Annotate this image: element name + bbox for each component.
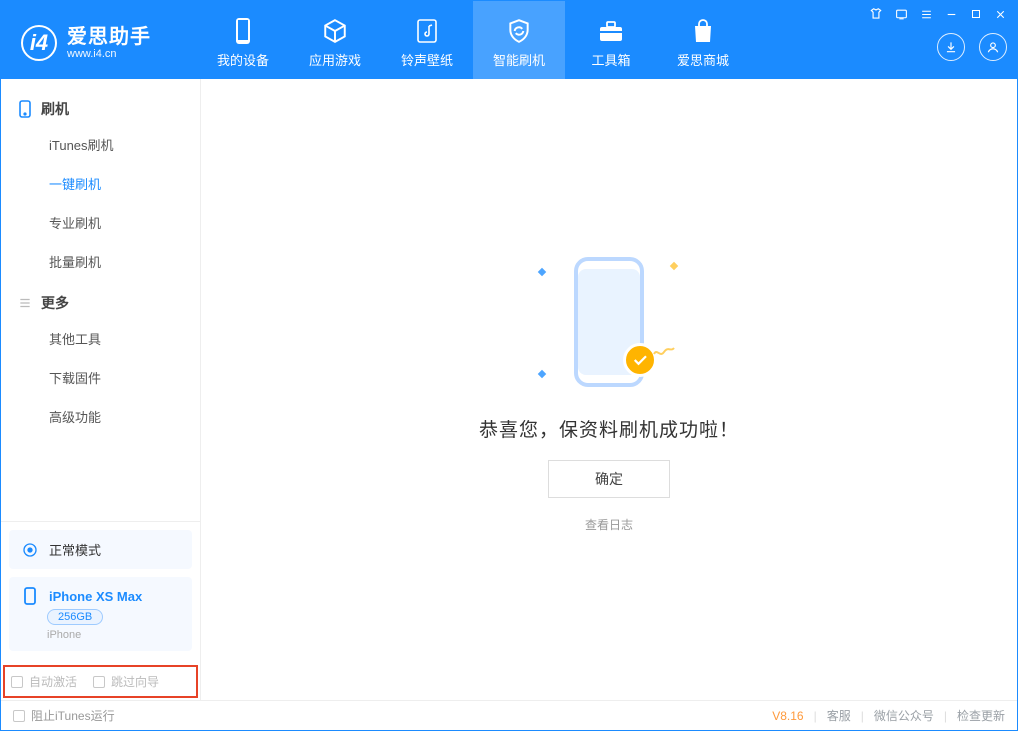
device-subtype: iPhone — [47, 629, 81, 641]
tab-my-device[interactable]: 我的设备 — [197, 1, 289, 79]
maximize-button[interactable] — [970, 8, 982, 20]
group-label: 刷机 — [41, 99, 69, 119]
status-bar: 阻止iTunes运行 V8.16 | 客服 | 微信公众号 | 检查更新 — [1, 700, 1017, 730]
logo-icon: i4 — [21, 25, 57, 61]
main-content: 恭喜您，保资料刷机成功啦！ 确定 查看日志 — [201, 79, 1017, 700]
mode-icon — [21, 541, 39, 559]
sidebar-item-download-fw[interactable]: 下载固件 — [1, 358, 200, 397]
header-right — [937, 33, 1007, 61]
sparkle-icon — [670, 261, 678, 269]
sidebar-group-more: 更多 — [1, 281, 200, 319]
bag-icon — [690, 18, 716, 44]
checkbox-skip-guide[interactable]: 跳过向导 — [93, 673, 159, 690]
account-button[interactable] — [979, 33, 1007, 61]
toolbox-icon — [598, 18, 624, 44]
version-label: V8.16 — [772, 709, 803, 723]
checkbox-label: 自动激活 — [29, 673, 77, 690]
link-wechat[interactable]: 微信公众号 — [874, 707, 934, 724]
device-capacity-badge: 256GB — [47, 609, 103, 625]
music-file-icon — [414, 18, 440, 44]
squiggle-icon — [653, 345, 675, 357]
cube-icon — [322, 18, 348, 44]
sidebar-item-other-tools[interactable]: 其他工具 — [1, 319, 200, 358]
highlighted-options-row: 自动激活 跳过向导 — [3, 665, 198, 698]
tab-label: 铃声壁纸 — [401, 50, 453, 69]
phone-icon — [17, 101, 33, 117]
tab-ringtone[interactable]: 铃声壁纸 — [381, 1, 473, 79]
check-badge-icon — [623, 343, 657, 377]
tshirt-icon[interactable] — [869, 7, 883, 21]
sparkle-icon — [538, 267, 546, 275]
device-icon — [230, 18, 256, 44]
phone-icon — [21, 587, 39, 605]
separator: | — [814, 709, 817, 723]
success-message: 恭喜您，保资料刷机成功啦！ — [479, 415, 739, 442]
tab-label: 我的设备 — [217, 50, 269, 69]
tab-store[interactable]: 爱思商城 — [657, 1, 749, 79]
device-info-card[interactable]: iPhone XS Max 256GB iPhone — [9, 577, 192, 651]
sparkle-icon — [538, 369, 546, 377]
tab-smart-flash[interactable]: 智能刷机 — [473, 1, 565, 79]
sidebar-item-batch-flash[interactable]: 批量刷机 — [1, 242, 200, 281]
download-manager-button[interactable] — [937, 33, 965, 61]
list-icon — [17, 295, 33, 311]
app-body: 刷机 iTunes刷机 一键刷机 专业刷机 批量刷机 更多 其他工具 下载固件 … — [1, 79, 1017, 700]
ok-button[interactable]: 确定 — [548, 460, 670, 498]
feedback-icon[interactable] — [895, 8, 908, 21]
shield-sync-icon — [506, 18, 532, 44]
link-check-update[interactable]: 检查更新 — [957, 707, 1005, 724]
separator: | — [944, 709, 947, 723]
tab-label: 应用游戏 — [309, 50, 361, 69]
device-mode-card[interactable]: 正常模式 — [9, 530, 192, 569]
menu-icon[interactable] — [920, 8, 933, 21]
tab-label: 智能刷机 — [493, 50, 545, 69]
success-illustration — [509, 247, 709, 397]
minimize-button[interactable] — [945, 8, 958, 21]
sidebar-item-itunes-flash[interactable]: iTunes刷机 — [1, 125, 200, 164]
checkbox-label: 阻止iTunes运行 — [31, 707, 115, 724]
sidebar-group-flash: 刷机 — [1, 87, 200, 125]
view-log-link[interactable]: 查看日志 — [585, 516, 633, 533]
sidebar-item-advanced[interactable]: 高级功能 — [1, 397, 200, 436]
close-button[interactable] — [994, 8, 1007, 21]
tab-label: 爱思商城 — [677, 50, 729, 69]
tab-label: 工具箱 — [591, 50, 630, 69]
sidebar-item-pro-flash[interactable]: 专业刷机 — [1, 203, 200, 242]
app-header: i4 爱思助手 www.i4.cn 我的设备 应用游戏 铃声壁纸 — [1, 1, 1017, 79]
sidebar-item-onekey-flash[interactable]: 一键刷机 — [1, 164, 200, 203]
nav-tabs: 我的设备 应用游戏 铃声壁纸 智能刷机 工具箱 — [197, 1, 749, 79]
separator: | — [861, 709, 864, 723]
device-name: iPhone XS Max — [49, 589, 142, 604]
tab-toolbox[interactable]: 工具箱 — [565, 1, 657, 79]
window-controls — [869, 7, 1007, 21]
checkbox-label: 跳过向导 — [111, 673, 159, 690]
group-label: 更多 — [41, 293, 69, 313]
checkbox-auto-activate[interactable]: 自动激活 — [11, 673, 77, 690]
brand-name: 爱思助手 — [67, 26, 151, 48]
app-logo: i4 爱思助手 www.i4.cn — [1, 25, 197, 79]
sidebar: 刷机 iTunes刷机 一键刷机 专业刷机 批量刷机 更多 其他工具 下载固件 … — [1, 79, 201, 700]
device-mode-label: 正常模式 — [49, 540, 101, 559]
brand-url: www.i4.cn — [67, 48, 151, 60]
link-customer-service[interactable]: 客服 — [827, 707, 851, 724]
checkbox-block-itunes[interactable]: 阻止iTunes运行 — [13, 707, 115, 724]
tab-apps[interactable]: 应用游戏 — [289, 1, 381, 79]
device-panel: 正常模式 iPhone XS Max 256GB iPhone — [1, 521, 200, 659]
